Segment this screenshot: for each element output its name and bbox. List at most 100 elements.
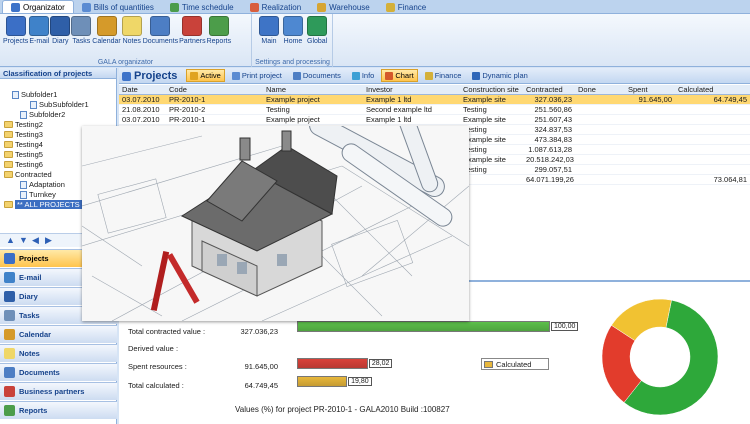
column-header[interactable]: Construction site: [460, 85, 523, 94]
ribbon-button-main[interactable]: Main: [259, 16, 279, 45]
tree-item[interactable]: Testing3: [4, 130, 43, 139]
warehouse-icon: [317, 2, 327, 12]
projects-icon: [4, 253, 15, 264]
summary-value: 91.645,00: [244, 362, 278, 371]
bar-series-2: [297, 376, 348, 387]
tree-item[interactable]: Testing6: [4, 160, 43, 169]
calendar-icon: [4, 329, 15, 340]
toolbar-print-project-button[interactable]: Print project: [228, 69, 286, 82]
nav-item-business-partners[interactable]: Business partners: [0, 382, 117, 400]
ribbon-button-calendar[interactable]: Calendar: [92, 16, 121, 45]
ribbon-button-global[interactable]: Global: [307, 16, 327, 45]
table-cell: 327.036,23: [534, 95, 572, 104]
table-cell: 1.087.613,28: [528, 145, 572, 154]
ribbon-button-label: Documents: [142, 38, 179, 45]
toolbar-button-label: Dynamic plan: [482, 71, 528, 80]
ribbon-button-home[interactable]: Home: [283, 16, 303, 45]
tree-item[interactable]: Testing5: [4, 150, 43, 159]
toolbar-dynamic-plan-button[interactable]: Dynamic plan: [468, 69, 531, 82]
ribbon: Projects E-mail Diary Tasks Calendar Notes Doc…: [0, 14, 750, 67]
table-cell: PR-2010-2: [169, 105, 206, 114]
legend-swatch: [484, 360, 493, 368]
toolbar-chart-button[interactable]: Chart: [381, 69, 418, 82]
table-cell: 64.071.199,26: [526, 175, 574, 184]
ribbon-button-diary[interactable]: Diary: [50, 16, 71, 45]
ribbon-tab-finance[interactable]: Finance: [378, 0, 434, 13]
folder-icon: [4, 161, 13, 168]
ribbon-button-projects[interactable]: Projects: [3, 16, 28, 45]
table-cell: Testing: [463, 105, 487, 114]
column-header[interactable]: Contracted: [523, 85, 575, 94]
table-cell: 20.518.242,03: [526, 155, 574, 164]
ribbon-tab-bills-of-quantities[interactable]: Bills of quantities: [74, 0, 162, 13]
table-cell: Testing: [266, 105, 290, 114]
notes-icon: [4, 348, 15, 359]
ribbon-button-label: Diary: [52, 38, 69, 45]
move-left-icon[interactable]: ◀: [32, 236, 41, 245]
toolbar-active-button[interactable]: Active: [186, 69, 225, 82]
ribbon-tab-organizator[interactable]: Organizator: [2, 0, 74, 13]
realization-icon: [249, 2, 259, 12]
info-icon: [351, 71, 360, 80]
tree-item[interactable]: Turnkey: [20, 190, 56, 199]
column-header[interactable]: Code: [166, 85, 263, 94]
table-cell: Example site: [463, 135, 506, 144]
ribbon-button-label: Notes: [122, 38, 141, 45]
toolbar-finance-button[interactable]: Finance: [421, 69, 466, 82]
tree-item[interactable]: Contracted: [4, 170, 52, 179]
organizator-icon: [11, 3, 20, 12]
nav-item-reports[interactable]: Reports: [0, 401, 117, 419]
tree-item[interactable]: Subfolder1: [12, 90, 57, 99]
table-row[interactable]: 03.07.2010 PR-2010-1 Example project Exampl…: [119, 115, 750, 125]
table-cell: Second example ltd: [366, 105, 432, 114]
print-project-icon: [231, 71, 240, 80]
ribbon-button-partners[interactable]: Partners: [179, 16, 206, 45]
tree-item[interactable]: Testing4: [4, 140, 43, 149]
document-icon: [30, 100, 37, 109]
summary-row: Total calculated : 64.749,45: [128, 381, 278, 390]
tree-item[interactable]: Testing2: [4, 120, 43, 129]
summary-value: 327.036,23: [240, 327, 278, 336]
tree-item[interactable]: Subfolder2: [20, 110, 65, 119]
tree-item-label: Turnkey: [29, 190, 56, 199]
nav-item-documents[interactable]: Documents: [0, 363, 117, 381]
column-header[interactable]: Date: [119, 85, 166, 94]
ribbon-button-documents[interactable]: Documents: [143, 16, 178, 45]
chart-legend: Calculated: [481, 358, 549, 370]
toolbar-documents-button[interactable]: Documents: [289, 69, 345, 82]
table-row[interactable]: 21.08.2010 PR-2010-2 Testing Second example…: [119, 105, 750, 115]
move-up-icon[interactable]: ▲: [6, 236, 15, 245]
tree-item-label: SubSubfolder1: [39, 100, 89, 109]
column-header[interactable]: Spent: [625, 85, 675, 94]
nav-item-calendar[interactable]: Calendar: [0, 325, 117, 343]
nav-item-notes[interactable]: Notes: [0, 344, 117, 362]
ribbon-tab-warehouse[interactable]: Warehouse: [309, 0, 378, 13]
bills-of-quantities-icon: [81, 2, 91, 12]
move-down-icon[interactable]: ▼: [19, 236, 28, 245]
toolbar-info-button[interactable]: Info: [348, 69, 379, 82]
ribbon-button-label: Home: [283, 38, 303, 45]
column-header[interactable]: Calculated: [675, 85, 750, 94]
table-cell: Testing: [463, 165, 487, 174]
tree-item[interactable]: ** ALL PROJECTS **: [4, 200, 90, 209]
ribbon-tab-time-schedule[interactable]: Time schedule: [162, 0, 242, 13]
ribbon-button-label: Reports: [206, 38, 232, 45]
tree-item[interactable]: SubSubfolder1: [30, 100, 89, 109]
ribbon-button-reports[interactable]: Reports: [206, 16, 232, 45]
summary-label: Spent resources :: [128, 362, 187, 371]
table-cell: 73.064,81: [713, 175, 747, 184]
document-icon: [20, 190, 27, 199]
move-right-icon[interactable]: ▶: [45, 236, 54, 245]
ribbon-button-tasks[interactable]: Tasks: [71, 16, 92, 45]
tree-item[interactable]: Adaptation: [20, 180, 65, 189]
column-header[interactable]: Investor: [363, 85, 460, 94]
column-header[interactable]: Name: [263, 85, 363, 94]
ribbon-button-e-mail[interactable]: E-mail: [29, 16, 50, 45]
ribbon-button-notes[interactable]: Notes: [121, 16, 142, 45]
reports-icon: [208, 16, 229, 36]
folder-icon: [4, 131, 13, 138]
bar-series-0: [297, 321, 550, 332]
table-row[interactable]: 03.07.2010 PR-2010-1 Example project Exampl…: [119, 95, 750, 105]
column-header[interactable]: Done: [575, 85, 625, 94]
ribbon-tab-realization[interactable]: Realization: [242, 0, 310, 13]
